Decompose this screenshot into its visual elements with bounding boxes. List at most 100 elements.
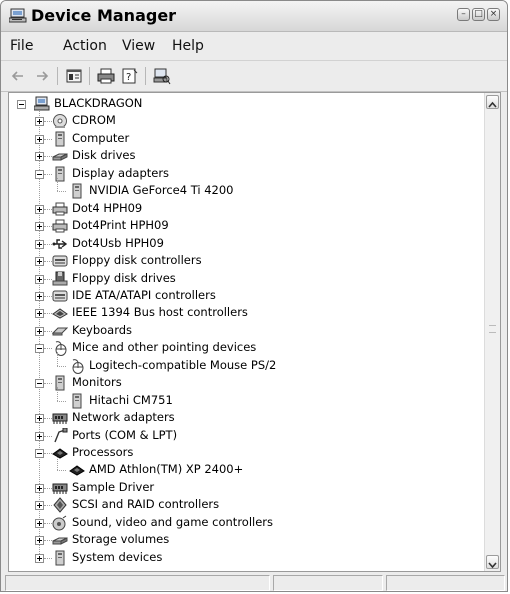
tree-connector: [44, 121, 52, 123]
tree-item-label: Dot4 HPH09: [72, 200, 143, 215]
monitor-icon: [69, 393, 85, 409]
scroll-grip[interactable]: [489, 325, 496, 333]
tree-item-label: Keyboards: [72, 322, 133, 337]
print-icon[interactable]: [97, 67, 115, 85]
collapse-button[interactable]: [17, 100, 26, 109]
device-tree[interactable]: BLACKDRAGON CDROM Computer Disk drives Displ…: [8, 92, 501, 572]
tree-connector: [44, 138, 52, 140]
tree-item-label: CDROM: [72, 113, 116, 128]
device-manager-app-icon: [8, 8, 27, 28]
status-pane: [386, 575, 505, 591]
forward-arrow-icon[interactable]: [33, 67, 51, 85]
expand-button[interactable]: [35, 414, 44, 424]
tree-connector: [44, 557, 52, 559]
cdrom-icon: [52, 113, 68, 129]
firewire-icon: [52, 305, 68, 321]
tree-connector: [57, 191, 66, 193]
collapse-button[interactable]: [35, 169, 44, 179]
collapse-button[interactable]: [35, 379, 44, 389]
menu-action[interactable]: Action: [63, 38, 107, 54]
tree-connector: [57, 457, 58, 471]
back-arrow-icon[interactable]: [9, 67, 27, 85]
title-bar[interactable]: Device Manager – □ ×: [1, 1, 507, 32]
expand-button[interactable]: [35, 553, 44, 563]
menu-file[interactable]: File: [10, 38, 33, 54]
expand-button[interactable]: [35, 431, 44, 441]
tree-item-label: Ports (COM & LPT): [72, 427, 178, 442]
collapse-button[interactable]: [35, 449, 44, 458]
menu-bar: File Action View Help: [1, 32, 507, 61]
device-manager-window: Device Manager – □ × File Action View He…: [0, 0, 508, 592]
menu-help[interactable]: Help: [172, 38, 204, 54]
expand-button[interactable]: [35, 239, 44, 249]
printer-icon: [52, 218, 68, 234]
scan-hardware-icon[interactable]: [153, 67, 171, 85]
expand-button[interactable]: [35, 518, 44, 528]
tree-connector: [44, 226, 52, 228]
display-adapter-icon: [52, 166, 68, 182]
collapse-button[interactable]: [35, 344, 44, 354]
help-icon[interactable]: ?: [121, 67, 139, 85]
expand-button[interactable]: [35, 501, 44, 511]
expand-button[interactable]: [35, 117, 44, 127]
expand-button[interactable]: [35, 257, 44, 267]
tree-connector: [44, 156, 52, 158]
properties-icon[interactable]: [65, 67, 83, 85]
computer-root-icon: [33, 96, 50, 112]
tree-item-label: Logitech-compatible Mouse PS/2: [89, 357, 277, 372]
status-pane: [273, 575, 383, 591]
expand-button[interactable]: [35, 291, 44, 301]
network-adapter-icon: [52, 480, 68, 496]
expand-button[interactable]: [35, 536, 44, 546]
scroll-down-button[interactable]: [486, 555, 499, 569]
tree-connector: [44, 522, 52, 524]
tree-connector: [44, 173, 52, 175]
tree-connector: [44, 278, 52, 280]
scroll-up-button[interactable]: [486, 95, 499, 109]
expand-button[interactable]: [35, 222, 44, 232]
computer-icon: [52, 131, 68, 147]
tree-connector: [57, 400, 66, 402]
tree-item-label: AMD Athlon(TM) XP 2400+: [89, 462, 244, 477]
status-pane: [5, 575, 270, 591]
monitor-icon: [52, 375, 68, 391]
expand-button[interactable]: [35, 134, 44, 144]
tree-item-label: BLACKDRAGON: [54, 96, 143, 110]
toolbar-separator: [145, 67, 146, 85]
tree-item-label: Mice and other pointing devices: [72, 340, 257, 355]
tree-item-label: Hitachi CM751: [89, 392, 173, 407]
usb-icon: [52, 236, 68, 252]
tree-connector: [57, 365, 66, 367]
sound-icon: [52, 515, 68, 531]
disk-drive-icon: [52, 148, 68, 164]
tree-item-label: System devices: [72, 549, 163, 564]
toolbar-separator: [57, 67, 58, 85]
mouse-icon: [52, 340, 68, 357]
tree-item-label: Computer: [72, 130, 130, 145]
tree-item-label: NVIDIA GeForce4 Ti 4200: [89, 183, 234, 198]
tree-item-label: SCSI and RAID controllers: [72, 497, 220, 512]
ide-controller-icon: [52, 288, 68, 304]
vertical-scrollbar[interactable]: [484, 93, 500, 571]
computer-icon: [52, 550, 68, 566]
floppy-drive-icon: [52, 271, 68, 287]
tree-item-label: Network adapters: [72, 410, 175, 425]
tree-item-label: Sample Driver: [72, 479, 155, 494]
tree-item-label: IDE ATA/ATAPI controllers: [72, 287, 216, 302]
expand-button[interactable]: [35, 483, 44, 493]
expand-button[interactable]: [35, 274, 44, 284]
tree-connector: [44, 330, 52, 332]
expand-button[interactable]: [35, 152, 44, 162]
tree-item-label: Processors: [72, 445, 134, 459]
expand-button[interactable]: [35, 309, 44, 319]
network-adapter-icon: [52, 410, 68, 426]
minimize-button[interactable]: –: [457, 8, 470, 21]
close-button[interactable]: ×: [487, 8, 500, 21]
maximize-button[interactable]: □: [472, 8, 485, 21]
tree-connector: [57, 177, 58, 192]
display-adapter-icon: [69, 183, 85, 199]
menu-view[interactable]: View: [122, 38, 155, 54]
expand-button[interactable]: [35, 204, 44, 214]
expand-button[interactable]: [35, 326, 44, 336]
keyboard-icon: [51, 323, 69, 339]
